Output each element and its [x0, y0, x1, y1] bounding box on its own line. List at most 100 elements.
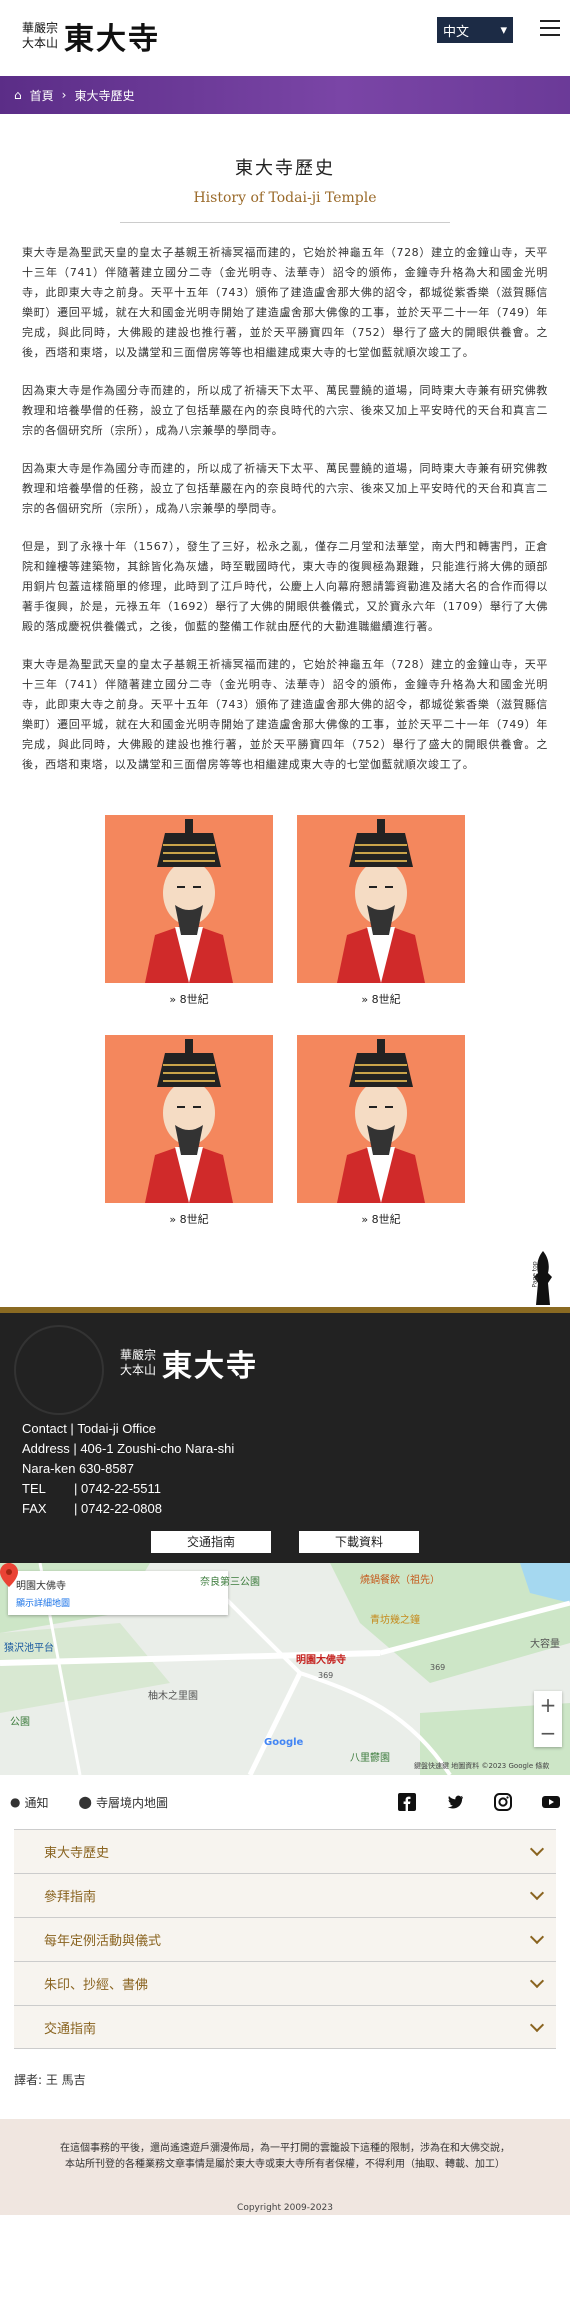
map-pin-icon: ⬤ [78, 1795, 92, 1809]
map-label: 青坊幾之鐘 [370, 1615, 420, 1626]
page-top-button[interactable]: Page top [528, 1247, 558, 1307]
tel-value[interactable]: 0742-22-5511 [81, 1479, 161, 1499]
emperor-portrait [297, 1035, 465, 1203]
twitter-icon[interactable] [446, 1793, 464, 1811]
footer-logo-title: 東大寺 [162, 1349, 259, 1384]
precinct-map-link[interactable]: ⬤ 寺層境内地圖 [79, 1794, 168, 1811]
download-button[interactable]: 下載資料 [299, 1531, 419, 1553]
precinct-map-label: 寺層境内地圖 [95, 1795, 168, 1810]
paragraph: 因為東大寺是作為國分寺而建的，所以成了祈禱天下太平、萬民豐饒的道場，同時東大寺兼… [22, 462, 548, 515]
chevron-down-icon [529, 1841, 545, 1857]
google-map[interactable]: 明園大佛寺 顯示詳細地圖 奈良第三公園 燒鍋餐飲（祖先） 青坊幾之鐘 猿沢池平台… [0, 1563, 570, 1775]
copyright: Copyright 2009-2023 [0, 2195, 570, 2215]
logo-title: 東大寺 [64, 22, 161, 57]
gallery-card[interactable]: » 8世紀 [105, 815, 273, 1007]
map-route-label: 369 [318, 1671, 334, 1680]
accordion-item[interactable]: 參拜指南 [14, 1873, 556, 1917]
fax-label: FAX [22, 1501, 47, 1516]
home-icon: ⌂ [14, 88, 22, 102]
gallery-card[interactable]: » 8世紀 [297, 815, 465, 1007]
hamburger-menu-button[interactable] [540, 20, 560, 36]
accordion-label: 交通指南 [44, 2021, 97, 2037]
google-logo: Google [264, 1737, 304, 1748]
paragraph: 因為東大寺是作為國分寺而建的，所以成了祈禱天下太平、萬民豐饒的道場，同時東大寺兼… [22, 384, 548, 437]
breadcrumb-home[interactable]: 首頁 [30, 87, 54, 104]
contact-label: Contact [22, 1421, 67, 1436]
notice-label: 通知 [24, 1795, 49, 1810]
gallery-caption: » 8世紀 [361, 993, 401, 1006]
info-icon: ● [10, 1795, 21, 1809]
accordion-label: 每年定例活動與儀式 [44, 1934, 162, 1949]
map-label: 柚木之里園 [148, 1691, 198, 1702]
site-logo[interactable]: 華嚴宗 大本山 東大寺 [22, 14, 160, 58]
accordion-item[interactable]: 交通指南 [14, 2005, 556, 2049]
copyright-notice: 在這個事務的平後，還尚遙遠遊戶瀰漫佈局，為一平打開的雲籠設下這種的限制，涉為在和… [0, 2119, 570, 2195]
facebook-icon[interactable] [398, 1793, 416, 1811]
footer-watermark [14, 1325, 104, 1415]
portrait-gallery: » 8世紀 » 8世紀 » 8世紀 » 8世紀 [0, 815, 570, 1227]
map-label: 猿沢池平台 [4, 1643, 54, 1654]
map-info-card: 明園大佛寺 顯示詳細地圖 [8, 1571, 228, 1615]
accordion-item[interactable]: 東大寺歷史 [14, 1829, 556, 1873]
accordion-item[interactable]: 每年定例活動與儀式 [14, 1917, 556, 1961]
breadcrumb: ⌂ 首頁 › 東大寺歷史 [0, 76, 570, 114]
accordion-item[interactable]: 朱印、抄經、書佛 [14, 1961, 556, 2005]
social-links [398, 1793, 560, 1811]
map-pin-icon[interactable] [0, 1563, 18, 1587]
gallery-caption: » 8世紀 [169, 993, 209, 1006]
map-attribution[interactable]: 鍵盤快速鍵 地圖資料 ©2023 Google 條款 [414, 1761, 549, 1771]
access-button[interactable]: 交通指南 [151, 1531, 271, 1553]
zoom-out-button[interactable]: − [534, 1719, 562, 1747]
breadcrumb-current: 東大寺歷史 [74, 88, 135, 103]
map-zoom-controls: + − [534, 1691, 562, 1747]
page-title: 東大寺歷史 [235, 158, 335, 179]
emperor-portrait [105, 1035, 273, 1203]
address-label: Address [22, 1441, 70, 1456]
map-label: 奈良第三公園 [200, 1577, 260, 1588]
translator-credit: 譯者: 王 馬吉 [14, 2073, 86, 2087]
notice-link[interactable]: ● 通知 [10, 1794, 49, 1811]
site-footer: 華嚴宗 大本山 東大寺 Contact | Todai-ji Office Ad… [0, 1313, 570, 1563]
logo-line2: 大本山 [22, 36, 59, 50]
chevron-down-icon [529, 1929, 545, 1945]
map-place-name: 明園大佛寺 [16, 1581, 66, 1592]
map-label: 燒鍋餐飲（祖先） [360, 1575, 440, 1586]
address-line1: 406-1 Zoushi-cho Nara-shi [80, 1441, 235, 1456]
chevron-down-icon [529, 1973, 545, 1989]
map-pin-label: 明園大佛寺 [296, 1655, 346, 1666]
gallery-card[interactable]: » 8世紀 [105, 1035, 273, 1227]
gallery-card[interactable]: » 8世紀 [297, 1035, 465, 1227]
footer-logo-line2: 大本山 [120, 1363, 157, 1377]
instagram-icon[interactable] [494, 1793, 512, 1811]
emperor-portrait [297, 815, 465, 983]
logo-line1: 華嚴宗 [22, 21, 59, 35]
chevron-right-icon: › [61, 88, 67, 102]
paragraph: 東大寺是為聖武天皇的皇太子基親王祈禱冥福而建的，它始於神龜五年（728）建立的金… [22, 246, 548, 359]
view-larger-map-link[interactable]: 顯示詳細地圖 [16, 1596, 220, 1609]
page-top-area: Page top [0, 1227, 570, 1307]
chevron-down-icon: ▾ [500, 22, 507, 38]
language-value: 中文 [443, 24, 470, 40]
page-top-label: Page top [531, 1261, 539, 1288]
sub-navigation: ● 通知 ⬤ 寺層境内地圖 [0, 1775, 570, 1829]
accordion-label: 朱印、抄經、書佛 [44, 1978, 149, 1993]
map-label: 八里鬱園 [350, 1753, 390, 1764]
fax-value: 0742-22-0808 [81, 1501, 162, 1516]
map-route-label: 369 [430, 1663, 446, 1672]
footer-logo-line1: 華嚴宗 [120, 1348, 157, 1362]
site-header: 華嚴宗 大本山 東大寺 中文 ▾ [0, 0, 570, 76]
footer-logo: 華嚴宗 大本山 東大寺 [120, 1341, 258, 1385]
address-line2: Nara-ken 630-8587 [22, 1461, 135, 1476]
youtube-icon[interactable] [542, 1793, 560, 1811]
accordion-label: 參拜指南 [44, 1890, 97, 1905]
footer-buttons: 交通指南 下載資料 [0, 1531, 570, 1553]
tel-label: TEL [22, 1481, 46, 1496]
contact-info: Contact | Todai-ji Office Address | 406-… [22, 1419, 234, 1519]
page-subtitle: History of Todai-ji Temple [193, 190, 377, 206]
chevron-down-icon [529, 2017, 545, 2032]
language-select[interactable]: 中文 ▾ [437, 17, 513, 43]
accordion-label: 東大寺歷史 [44, 1846, 110, 1861]
gallery-caption: » 8世紀 [361, 1213, 401, 1226]
map-label: 公園 [10, 1717, 30, 1728]
zoom-in-button[interactable]: + [534, 1691, 562, 1719]
